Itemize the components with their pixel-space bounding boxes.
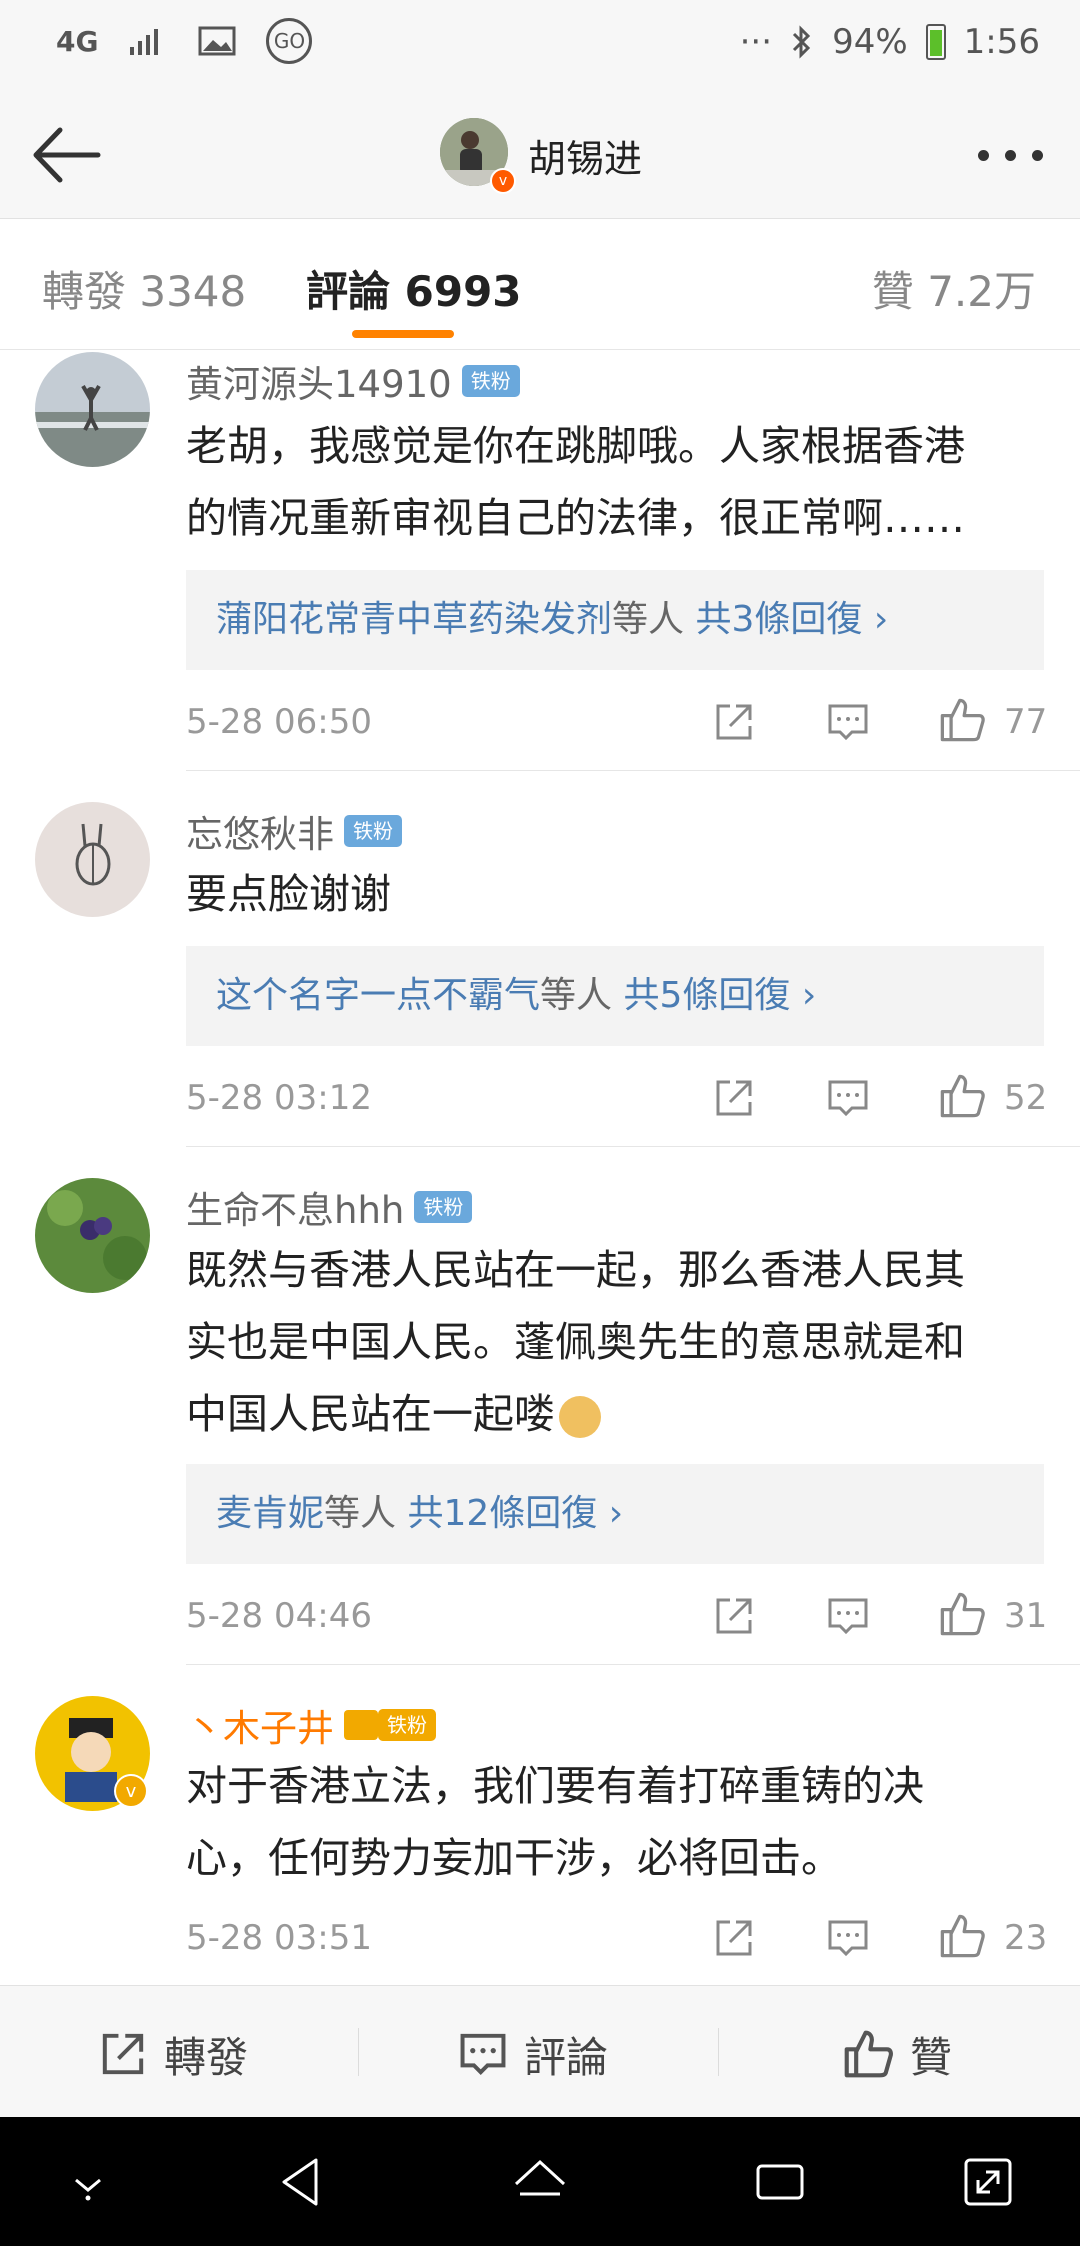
divider bbox=[186, 770, 1080, 771]
tab-likes[interactable]: 贊 7.2万 bbox=[872, 258, 1036, 319]
comment-time: 5-28 03:12 bbox=[186, 1078, 372, 1118]
comment-text: 老胡，我感觉是你在跳脚哦。人家根据香港 的情况重新审视自己的法律，很正常啊…… bbox=[186, 422, 965, 542]
nav-home-icon[interactable] bbox=[508, 2150, 572, 2214]
commenter-avatar[interactable] bbox=[35, 352, 150, 467]
like-icon bbox=[844, 2030, 893, 2078]
go-icon: GO bbox=[266, 18, 313, 64]
fan-badge: 铁粉 bbox=[461, 365, 520, 397]
crown-icon bbox=[344, 1710, 378, 1740]
comment-icon[interactable] bbox=[826, 700, 870, 744]
active-tab-indicator bbox=[352, 330, 454, 338]
commenter-name[interactable]: 黄河源头14910 铁粉 bbox=[186, 354, 520, 408]
share-icon[interactable] bbox=[712, 700, 756, 744]
bluetooth-icon bbox=[793, 25, 811, 59]
comment-time: 5-28 03:51 bbox=[186, 1918, 372, 1958]
status-left: 4G GO bbox=[56, 18, 313, 64]
battery-percent: 94% bbox=[832, 22, 908, 62]
nav-recents-icon[interactable] bbox=[748, 2150, 812, 2214]
comment-time: 5-28 04:46 bbox=[186, 1596, 372, 1636]
tab-repost[interactable]: 轉發 3348 bbox=[42, 258, 246, 319]
like-count: 23 bbox=[1004, 1918, 1048, 1958]
comment-text: 对于香港立法，我们要有着打碎重铸的决 心，任何势力妄加干涉，必将回击。 bbox=[186, 1762, 924, 1882]
comment-icon[interactable] bbox=[826, 1916, 870, 1960]
battery-icon bbox=[925, 24, 946, 60]
comment-time: 5-28 06:50 bbox=[186, 702, 372, 742]
image-icon bbox=[198, 26, 236, 56]
divider bbox=[186, 1146, 1080, 1147]
fan-badge: 铁粉 bbox=[378, 1709, 436, 1741]
divider bbox=[186, 1664, 1080, 1665]
reply-summary[interactable]: 这个名字一点不霸气等人 共5條回復 › bbox=[186, 946, 1044, 1046]
comment-icon[interactable] bbox=[826, 1594, 870, 1638]
clock: 1:56 bbox=[963, 22, 1040, 62]
like-count: 77 bbox=[1004, 702, 1048, 742]
reply-summary[interactable]: 蒲阳花常青中草药染发剂等人 共3條回復 › bbox=[186, 570, 1044, 670]
signal-icon bbox=[130, 29, 159, 55]
fan-badge: 铁粉 bbox=[344, 815, 402, 847]
network-indicator: 4G bbox=[56, 24, 99, 58]
share-icon[interactable] bbox=[712, 1594, 756, 1638]
comment-icon bbox=[460, 2033, 506, 2075]
back-arrow-icon[interactable] bbox=[28, 120, 108, 190]
status-right: ··· 94% 1:56 bbox=[740, 22, 1040, 62]
nav-expand-icon[interactable] bbox=[956, 2150, 1020, 2214]
comment-text: 要点脸谢谢 bbox=[186, 870, 391, 918]
reply-summary[interactable]: 麦肯妮等人 共12條回復 › bbox=[186, 1464, 1044, 1564]
tab-comments[interactable]: 評論 6993 bbox=[306, 258, 522, 319]
commenter-name[interactable]: 忘悠秋非 铁粉 bbox=[186, 804, 402, 858]
share-icon bbox=[102, 2033, 144, 2075]
share-icon[interactable] bbox=[712, 1916, 756, 1960]
like-count: 52 bbox=[1004, 1078, 1048, 1118]
nav-back-icon[interactable] bbox=[270, 2150, 334, 2214]
like-icon[interactable] bbox=[938, 1912, 986, 1960]
divider bbox=[358, 2028, 359, 2076]
verified-badge-icon: v bbox=[114, 1774, 148, 1808]
share-icon[interactable] bbox=[712, 1076, 756, 1120]
like-icon[interactable] bbox=[938, 696, 986, 744]
repost-button[interactable]: 轉發 bbox=[98, 2014, 248, 2094]
commenter-name[interactable]: 丶木子井 铁粉 bbox=[186, 1698, 436, 1752]
more-options-icon[interactable] bbox=[978, 150, 1048, 162]
like-button[interactable]: 贊 bbox=[842, 2014, 952, 2094]
nav-down-icon[interactable] bbox=[56, 2150, 120, 2214]
like-icon[interactable] bbox=[938, 1590, 986, 1638]
doge-emoji-icon bbox=[559, 1396, 601, 1438]
commenter-name[interactable]: 生命不息hhh 铁粉 bbox=[186, 1180, 473, 1234]
divider bbox=[718, 2028, 719, 2076]
comment-text: 既然与香港人民站在一起，那么香港人民其 实也是中国人民。蓬佩奥先生的意思就是和 中… bbox=[186, 1246, 965, 1438]
verified-badge-icon: v bbox=[490, 168, 516, 194]
comment-button[interactable]: 評論 bbox=[458, 2014, 608, 2094]
commenter-avatar[interactable] bbox=[35, 802, 150, 917]
like-count: 31 bbox=[1004, 1596, 1048, 1636]
like-icon[interactable] bbox=[938, 1072, 986, 1120]
page-title: 胡锡进 bbox=[528, 137, 643, 181]
fan-badge: 铁粉 bbox=[414, 1191, 473, 1223]
commenter-avatar[interactable] bbox=[35, 1178, 150, 1293]
comment-icon[interactable] bbox=[826, 1076, 870, 1120]
more-status-icon: ··· bbox=[739, 22, 773, 62]
